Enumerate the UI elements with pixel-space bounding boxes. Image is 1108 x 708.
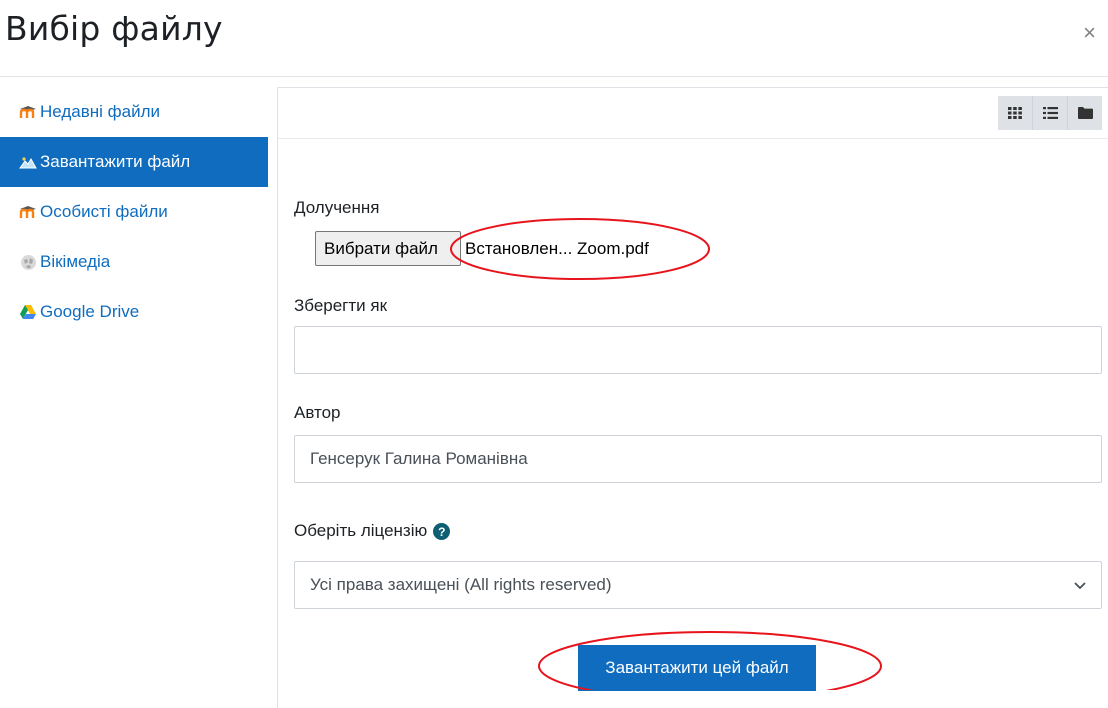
upload-this-file-button[interactable]: Завантажити цей файл bbox=[578, 645, 816, 691]
save-as-input[interactable] bbox=[294, 326, 1102, 374]
sidebar-item-recent-files[interactable]: Недавні файли bbox=[0, 87, 268, 137]
save-as-label: Зберегти як bbox=[294, 296, 388, 315]
chevron-down-icon bbox=[1074, 575, 1086, 595]
view-mode-group bbox=[998, 96, 1102, 130]
file-picker-main-panel: Долучення Вибрати файл Встановлен... Zoo… bbox=[277, 87, 1108, 708]
folder-view-icon[interactable] bbox=[1067, 96, 1102, 130]
moodle-icon bbox=[18, 203, 38, 221]
sidebar-item-label: Завантажити файл bbox=[40, 152, 191, 171]
license-select[interactable]: Усі права захищені (All rights reserved) bbox=[294, 561, 1102, 609]
license-label: Оберіть ліцензію bbox=[294, 521, 428, 540]
sidebar-item-upload-file[interactable]: Завантажити файл bbox=[0, 137, 268, 187]
dialog-title: Вибір файлу bbox=[5, 9, 223, 48]
close-icon[interactable]: × bbox=[1083, 22, 1096, 44]
sidebar-item-label: Недавні файли bbox=[40, 102, 161, 121]
sidebar-item-label: Особисті файли bbox=[40, 202, 168, 221]
author-label: Автор bbox=[294, 403, 341, 422]
selected-file-name: Встановлен... Zoom.pdf bbox=[465, 239, 649, 258]
license-label-row: Оберіть ліцензію? bbox=[294, 521, 451, 541]
author-input[interactable]: Генсерук Галина Романівна bbox=[294, 435, 1102, 483]
attachment-label: Долучення bbox=[294, 198, 380, 217]
repository-sidebar: Недавні файли Завантажити файл Особисті … bbox=[0, 87, 268, 337]
moodle-icon bbox=[18, 103, 38, 121]
sidebar-item-google-drive[interactable]: Google Drive bbox=[0, 287, 268, 337]
choose-file-button[interactable]: Вибрати файл bbox=[315, 231, 461, 266]
header-divider bbox=[0, 76, 1108, 77]
wikimedia-icon bbox=[18, 253, 38, 271]
sidebar-item-private-files[interactable]: Особисті файли bbox=[0, 187, 268, 237]
sidebar-item-wikimedia[interactable]: Вікімедіа bbox=[0, 237, 268, 287]
license-select-value: Усі права захищені (All rights reserved) bbox=[310, 575, 612, 594]
view-toolbar bbox=[278, 88, 1108, 139]
upload-icon bbox=[18, 153, 38, 171]
google-drive-icon bbox=[18, 303, 38, 321]
sidebar-item-label: Вікімедіа bbox=[40, 252, 111, 271]
grid-view-icon[interactable] bbox=[998, 96, 1032, 130]
sidebar-item-label: Google Drive bbox=[40, 302, 140, 321]
help-icon[interactable]: ? bbox=[433, 523, 451, 541]
list-view-icon[interactable] bbox=[1032, 96, 1067, 130]
